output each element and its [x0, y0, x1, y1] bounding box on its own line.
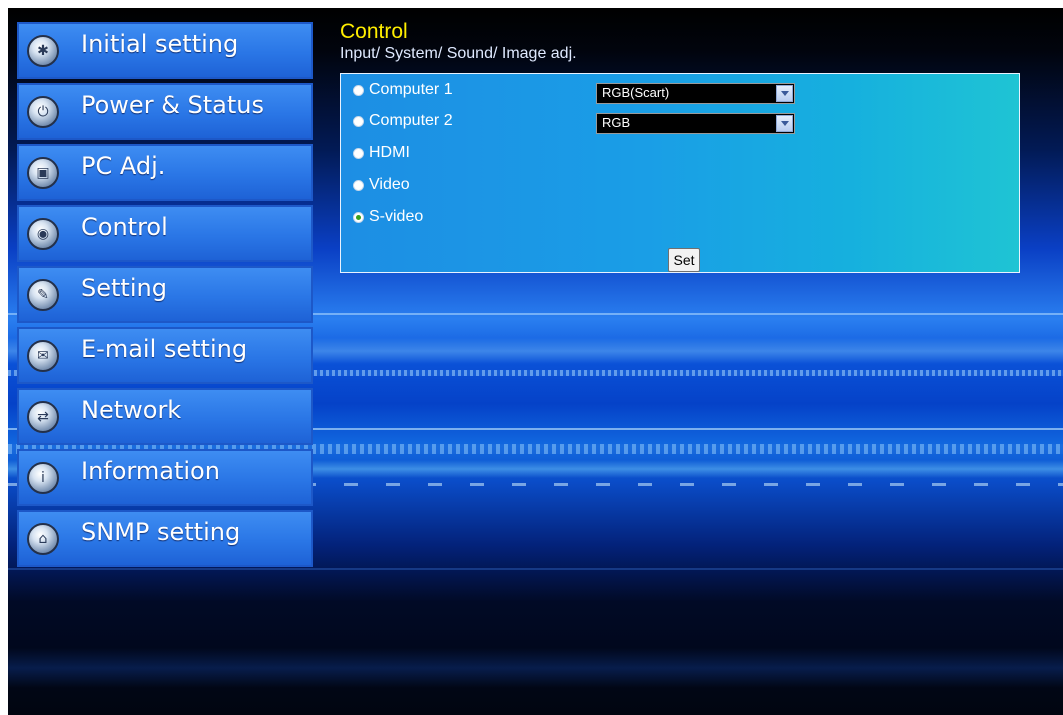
sidebar-item-setting[interactable]: ✎ Setting — [17, 266, 313, 323]
mail-icon: ✉ — [27, 340, 59, 372]
radio-computer-1[interactable] — [353, 84, 364, 96]
sidebar-item-label: SNMP setting — [81, 518, 241, 546]
gear-icon: ✱ — [27, 35, 59, 67]
sidebar-item-label: Information — [81, 457, 220, 485]
sidebar-item-email-setting[interactable]: ✉ E-mail setting — [17, 327, 313, 384]
page-subtitle: Input/ System/ Sound/ Image adj. — [340, 45, 577, 62]
sidebar-item-label: Control — [81, 213, 168, 241]
set-button[interactable]: Set — [668, 248, 700, 272]
power-icon: ⏻ — [27, 96, 59, 128]
input-label: HDMI — [369, 144, 410, 161]
input-label: S-video — [369, 208, 424, 225]
sidebar-item-power-status[interactable]: ⏻ Power & Status — [17, 83, 313, 140]
chevron-down-icon[interactable] — [776, 115, 793, 132]
sidebar-item-label: Initial setting — [81, 30, 239, 58]
radio-video[interactable] — [353, 179, 364, 191]
computer-2-signal-select[interactable]: RGB — [596, 113, 795, 134]
sidebar-item-label: PC Adj. — [81, 152, 166, 180]
input-label: Video — [369, 176, 410, 193]
radio-computer-2[interactable] — [353, 115, 364, 127]
info-icon: i — [27, 462, 59, 494]
select-value: RGB(Scart) — [602, 85, 670, 100]
input-label: Computer 1 — [369, 81, 453, 98]
input-option-s-video[interactable]: S-video — [353, 205, 423, 229]
input-option-computer-2[interactable]: Computer 2 — [353, 109, 453, 133]
page-title: Control — [340, 20, 408, 43]
monitor-icon: ▣ — [27, 157, 59, 189]
radio-hdmi[interactable] — [353, 147, 364, 159]
sidebar-item-label: Setting — [81, 274, 167, 302]
snmp-icon: ⌂ — [27, 523, 59, 555]
sidebar-item-label: E-mail setting — [81, 335, 248, 363]
input-option-hdmi[interactable]: HDMI — [353, 141, 410, 165]
sidebar-item-label: Power & Status — [81, 91, 265, 119]
computer-1-signal-select[interactable]: RGB(Scart) — [596, 83, 795, 104]
sidebar-item-initial-setting[interactable]: ✱ Initial setting — [17, 22, 313, 79]
input-option-video[interactable]: Video — [353, 173, 410, 197]
input-select-panel: Computer 1 RGB(Scart) Computer 2 RGB HDM… — [340, 73, 1020, 273]
background-streak — [8, 648, 1063, 688]
sidebar-item-information[interactable]: i Information — [17, 449, 313, 506]
network-icon: ⇄ — [27, 401, 59, 433]
input-option-computer-1[interactable]: Computer 1 — [353, 78, 453, 102]
select-value: RGB — [602, 115, 631, 130]
sidebar-item-control[interactable]: ◉ Control — [17, 205, 313, 262]
control-icon: ◉ — [27, 218, 59, 250]
wrench-icon: ✎ — [27, 279, 59, 311]
sidebar-item-snmp-setting[interactable]: ⌂ SNMP setting — [17, 510, 313, 567]
sidebar-item-label: Network — [81, 396, 182, 424]
sidebar-item-network[interactable]: ⇄ Network — [17, 388, 313, 445]
input-label: Computer 2 — [369, 112, 453, 129]
chevron-down-icon[interactable] — [776, 85, 793, 102]
sidebar-item-pc-adj[interactable]: ▣ PC Adj. — [17, 144, 313, 201]
radio-s-video[interactable] — [353, 211, 364, 223]
sidebar-menu: ✱ Initial setting ⏻ Power & Status ▣ PC … — [17, 22, 313, 571]
